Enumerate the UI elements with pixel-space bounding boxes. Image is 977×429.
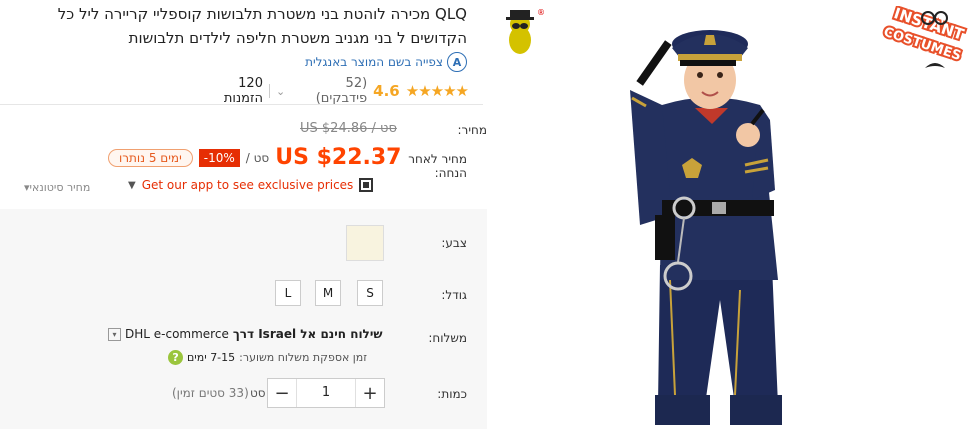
size-option-l[interactable]: L — [275, 280, 301, 306]
help-icon[interactable]: ? — [168, 350, 183, 365]
delivery-days: 7-15 ימים — [187, 351, 236, 364]
discount-price-label: מחיר לאחר הנחה: — [408, 152, 467, 180]
delivery-estimate: זמן אספקת משלוח משוער: 7-15 ימים ? — [168, 350, 367, 365]
wholesale-price-toggle[interactable]: מחיר סיטונאי▾ — [24, 181, 90, 194]
quantity-unit: סט — [250, 386, 266, 400]
qr-code-icon — [359, 178, 374, 192]
chevron-down-icon[interactable]: ▾ — [108, 327, 121, 341]
shipping-method: שילוח חינם אל Israel דרך — [232, 327, 383, 341]
discount-badge: -10% — [198, 148, 240, 167]
color-swatch[interactable] — [346, 225, 384, 261]
product-title: QLQ מכירה לוהטת בני משטרת תלבושות קוספלי… — [57, 5, 467, 47]
color-label: צבע: — [441, 236, 467, 250]
translate-icon: A — [447, 52, 467, 72]
divider — [268, 84, 270, 98]
price-row: ימים 5 נותרו -10% / סט US $22.37 — [108, 145, 401, 170]
store-mascot-image: ® — [506, 8, 544, 54]
quantity-label: כמות: — [437, 387, 467, 401]
quantity-stepper: − 1 + — [267, 378, 385, 408]
divider — [0, 104, 483, 105]
delivery-label: זמן אספקת משלוח משוער: — [239, 351, 368, 364]
stock-available: (33 סטים זמין) — [172, 386, 249, 400]
rating-stars: ★★★★★ — [405, 82, 469, 100]
chevron-down-icon[interactable]: ⌄ — [276, 85, 285, 98]
size-option-m[interactable]: M — [315, 280, 341, 306]
rating-value: 4.6 — [373, 82, 400, 100]
reviews-link[interactable]: (52 פידבקים) — [291, 76, 367, 106]
store-logo: INSTANT COSTUMES — [880, 6, 969, 68]
app-promo[interactable]: ▼ Get our app to see exclusive prices — [128, 178, 374, 192]
original-price: סט / US $24.86 — [300, 121, 397, 136]
time-left-badge: ימים 5 נותרו — [108, 148, 193, 167]
quantity-input[interactable]: 1 — [296, 379, 356, 407]
caret-down-icon: ▼ — [128, 179, 136, 191]
translate-title-link[interactable]: A צפייה בשם המוצר באנגלית — [305, 52, 467, 72]
app-promo-text: Get our app to see exclusive prices — [141, 178, 354, 192]
size-label: גודל: — [441, 288, 467, 302]
price-unit: / סט — [245, 150, 270, 165]
orders-count: 120 הזמנות — [223, 76, 263, 106]
registered-mark: ® — [537, 8, 544, 17]
price-label: מחיר: — [457, 123, 488, 137]
shipping-carrier: DHL e-commerce — [125, 327, 229, 341]
translate-label: צפייה בשם המוצר באנגלית — [305, 55, 443, 69]
shipping-label: משלוח: — [428, 331, 467, 345]
sale-price: US $22.37 — [275, 145, 402, 170]
rating-row: ★★★★★ 4.6 (52 פידבקים) ⌄ 120 הזמנות — [196, 76, 469, 106]
shipping-selector[interactable]: שילוח חינם אל Israel דרך DHL e-commerce … — [108, 327, 382, 341]
quantity-decrease-button[interactable]: − — [268, 379, 296, 407]
size-option-s[interactable]: S — [357, 280, 383, 306]
quantity-increase-button[interactable]: + — [356, 379, 384, 407]
